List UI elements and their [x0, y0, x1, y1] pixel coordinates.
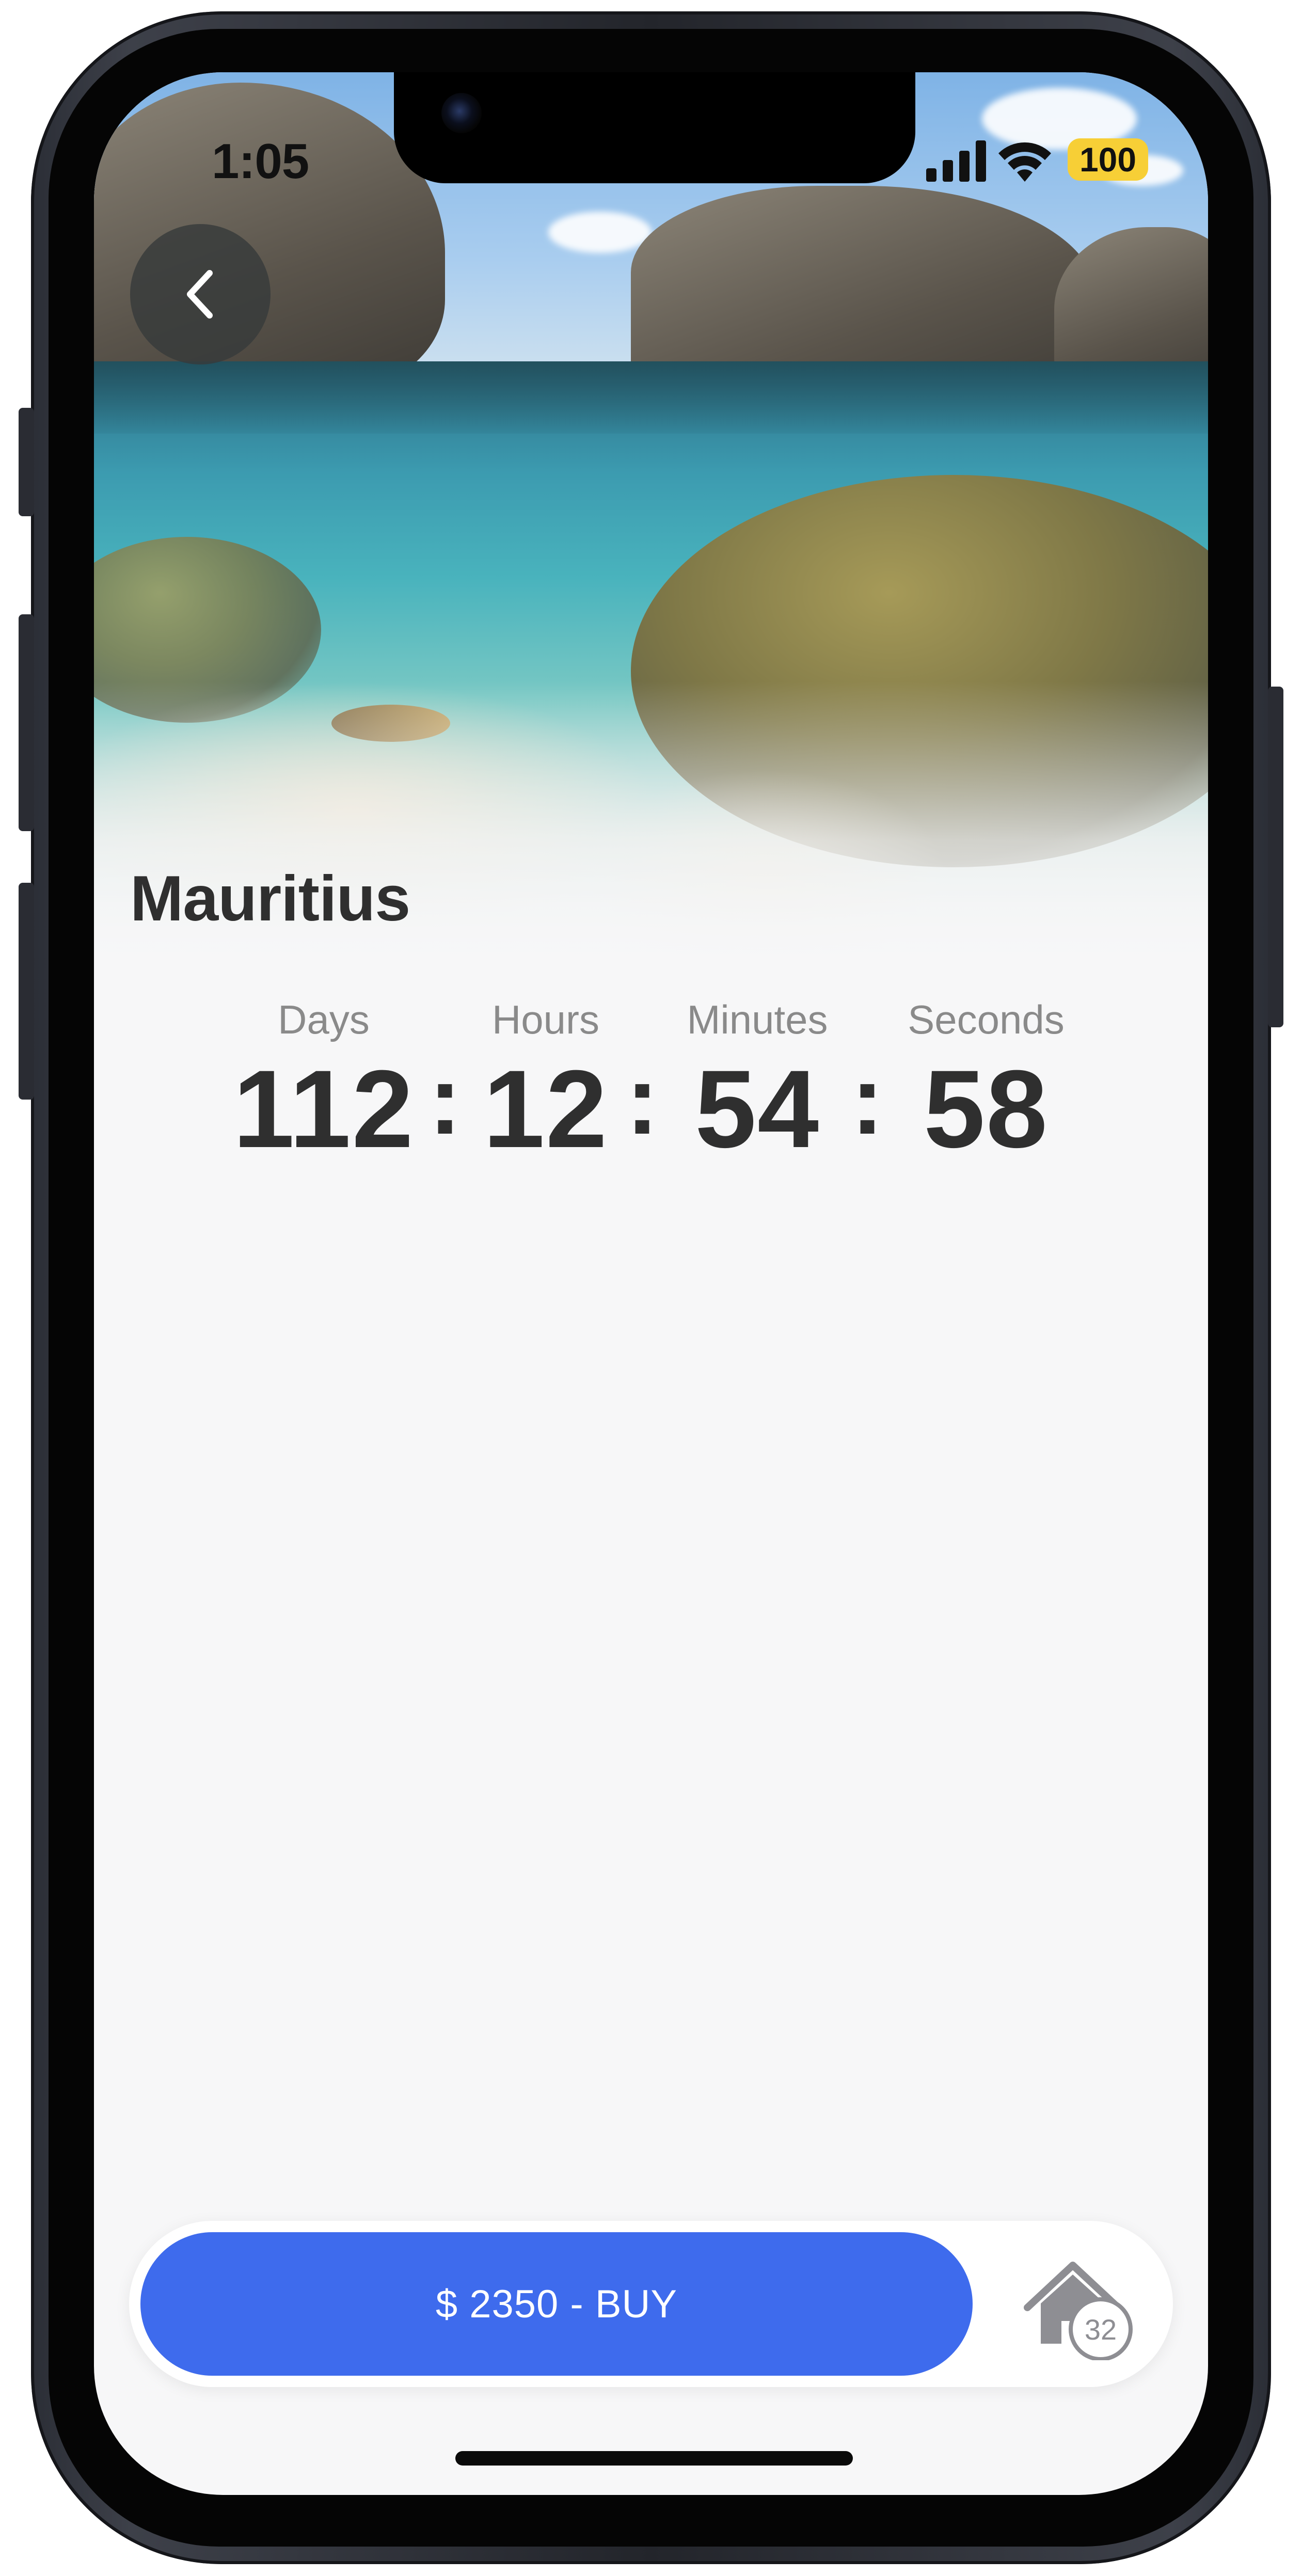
- seconds-value: 58: [923, 1047, 1049, 1171]
- app-screen: 1:05 100 Mauritius Days Hours Minutes Se…: [94, 72, 1208, 2495]
- volume-up-button: [19, 614, 34, 831]
- house-count-button[interactable]: 32: [1023, 2257, 1137, 2361]
- house-icon: 32: [1024, 2262, 1133, 2361]
- cloud: [548, 212, 652, 253]
- hours-label: Hours: [491, 997, 600, 1042]
- seconds-label: Seconds: [908, 997, 1065, 1042]
- wifi-icon: [998, 142, 1051, 182]
- house-count: 32: [1085, 2313, 1117, 2346]
- buy-button[interactable]: $ 2350 - BUY: [140, 2232, 973, 2376]
- status-time: 1:05: [212, 134, 309, 189]
- chevron-left-icon: [187, 270, 213, 319]
- battery-badge: 100: [1068, 138, 1148, 181]
- destination-title: Mauritius: [130, 863, 410, 934]
- camera: [441, 93, 482, 133]
- minutes-label: Minutes: [687, 997, 828, 1042]
- days-label: Days: [278, 997, 370, 1042]
- purchase-bar: $ 2350 - BUY 32: [129, 2221, 1173, 2387]
- minutes-value: 54: [694, 1047, 820, 1171]
- back-button[interactable]: [130, 224, 271, 364]
- home-indicator[interactable]: [455, 2451, 853, 2466]
- days-value: 112: [233, 1047, 415, 1171]
- cellular-signal-icon: [926, 140, 986, 182]
- hero-waterline: [94, 361, 1208, 434]
- countdown-timer: Days Hours Minutes Seconds 112 : 12 : 54…: [94, 996, 1208, 1171]
- action-button: [19, 408, 34, 516]
- power-button: [1268, 687, 1283, 1027]
- hero-image: [94, 72, 1208, 960]
- volume-down-button: [19, 883, 34, 1100]
